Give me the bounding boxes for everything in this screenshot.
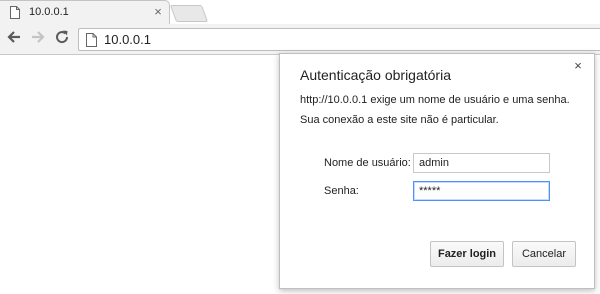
dialog-message: http://10.0.0.1 exige um nome de usuário…: [300, 94, 570, 106]
auth-dialog: Autenticação obrigatória × http://10.0.0…: [279, 53, 595, 289]
tab-strip: 10.0.0.1 ×: [0, 0, 600, 24]
browser-tab[interactable]: 10.0.0.1 ×: [0, 0, 170, 24]
back-button[interactable]: [4, 29, 24, 49]
new-tab-button[interactable]: [169, 5, 209, 22]
dialog-title: Autenticação obrigatória: [300, 67, 451, 83]
page-icon: [86, 33, 97, 47]
login-button[interactable]: Fazer login: [430, 241, 504, 267]
page-icon: [10, 6, 20, 19]
tab-title: 10.0.0.1: [29, 6, 69, 18]
address-bar[interactable]: 10.0.0.1: [78, 28, 600, 51]
browser-toolbar: 10.0.0.1: [0, 24, 600, 55]
forward-arrow-icon: [30, 29, 46, 50]
forward-button[interactable]: [28, 29, 48, 49]
username-label: Nome de usuário:: [324, 157, 411, 169]
cancel-button[interactable]: Cancelar: [512, 241, 576, 267]
username-field[interactable]: [413, 153, 550, 173]
close-icon[interactable]: ×: [571, 59, 585, 73]
back-arrow-icon: [6, 29, 22, 50]
tab-close-icon[interactable]: ×: [151, 3, 165, 21]
password-label: Senha:: [324, 185, 359, 197]
reload-button[interactable]: [52, 29, 72, 49]
reload-icon: [54, 29, 70, 50]
dialog-privacy-warning: Sua conexão a este site não é particular…: [300, 114, 499, 126]
password-field[interactable]: [413, 181, 550, 201]
address-bar-url: 10.0.0.1: [104, 32, 151, 47]
